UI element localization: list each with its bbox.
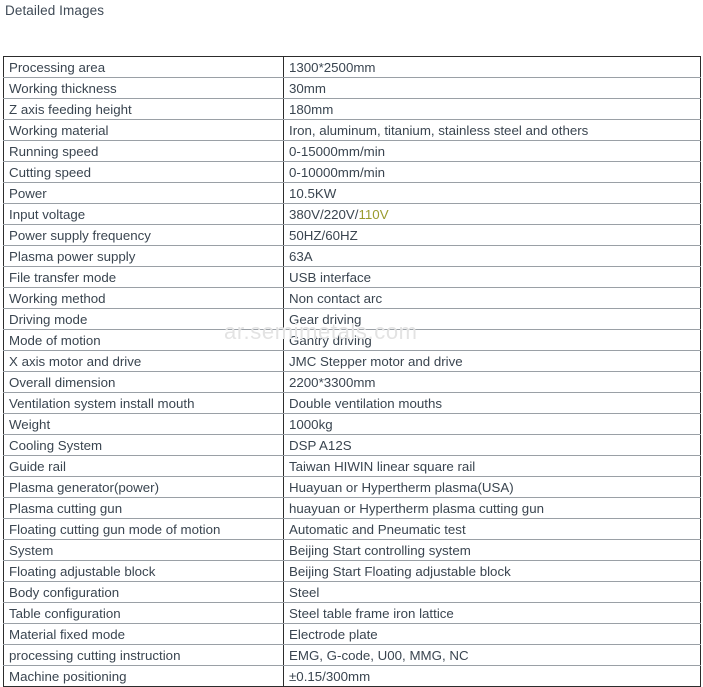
table-row: Ventilation system install mouth Double v… bbox=[3, 392, 701, 414]
spec-label-cell: Cutting speed bbox=[3, 161, 284, 183]
spec-label-cell: Body configuration bbox=[3, 581, 284, 603]
spec-value-cell: 180mm bbox=[283, 98, 701, 120]
specifications-table: Processing area 1300*2500mm Working thickn… bbox=[3, 56, 701, 687]
table-row: Mode of motion Gantry driving bbox=[3, 329, 701, 351]
spec-label-cell: Overall dimension bbox=[3, 371, 284, 393]
table-row: Floating cutting gun mode of motion Autom… bbox=[3, 518, 701, 540]
spec-label-cell: Plasma generator(power) bbox=[3, 476, 284, 498]
spec-value-cell: Gantry driving bbox=[283, 329, 701, 351]
page-root: Detailed Images ar.semimetals.com Proces… bbox=[0, 0, 703, 687]
spec-value-cell: USB interface bbox=[283, 266, 701, 288]
table-row: File transfer mode USB interface bbox=[3, 266, 701, 288]
spec-label-cell: Material fixed mode bbox=[3, 623, 284, 645]
table-row: Processing area 1300*2500mm bbox=[3, 56, 701, 78]
table-row: System Beijing Start controlling system bbox=[3, 539, 701, 561]
spec-value-cell: Non contact arc bbox=[283, 287, 701, 309]
spec-value-cell: 10.5KW bbox=[283, 182, 701, 204]
specifications-table-body: Processing area 1300*2500mm Working thickn… bbox=[3, 56, 701, 687]
spec-label-cell: Processing area bbox=[3, 56, 284, 78]
table-row: Power supply frequency 50HZ/60HZ bbox=[3, 224, 701, 246]
table-row: Driving mode Gear driving bbox=[3, 308, 701, 330]
spec-label-cell: processing cutting instruction bbox=[3, 644, 284, 666]
table-row: Plasma power supply 63A bbox=[3, 245, 701, 267]
spec-label-cell: X axis motor and drive bbox=[3, 350, 284, 372]
spec-value-cell: Beijing Start Floating adjustable block bbox=[283, 560, 701, 582]
table-row: Table configuration Steel table frame iro… bbox=[3, 602, 701, 624]
spec-value-cell: Steel table frame iron lattice bbox=[283, 602, 701, 624]
spec-label-cell: Plasma cutting gun bbox=[3, 497, 284, 519]
table-row: Material fixed mode Electrode plate bbox=[3, 623, 701, 645]
spec-label-cell: Table configuration bbox=[3, 602, 284, 624]
table-row: Input voltage 380V/220V/110V bbox=[3, 203, 701, 225]
table-row: Working method Non contact arc bbox=[3, 287, 701, 309]
spec-value-highlight: 110V bbox=[358, 206, 389, 222]
page-title: Detailed Images bbox=[5, 3, 105, 18]
spec-label-cell: Cooling System bbox=[3, 434, 284, 456]
spec-value-cell: 63A bbox=[283, 245, 701, 267]
spec-label-cell: Input voltage bbox=[3, 203, 284, 225]
table-row: Floating adjustable block Beijing Start F… bbox=[3, 560, 701, 582]
spec-label-cell: Floating adjustable block bbox=[3, 560, 284, 582]
table-row: Plasma cutting gun huayuan or Hypertherm … bbox=[3, 497, 701, 519]
table-row: Running speed 0-15000mm/min bbox=[3, 140, 701, 162]
table-row: Cutting speed 0-10000mm/min bbox=[3, 161, 701, 183]
spec-value-cell: huayuan or Hypertherm plasma cutting gun bbox=[283, 497, 701, 519]
spec-value-text: 380V/220V/ bbox=[289, 206, 359, 222]
spec-value-cell: Steel bbox=[283, 581, 701, 603]
spec-value-cell: 30mm bbox=[283, 77, 701, 99]
spec-value-cell: 0-10000mm/min bbox=[283, 161, 701, 183]
spec-value-cell: ±0.15/300mm bbox=[283, 665, 701, 687]
spec-value-cell: 1300*2500mm bbox=[283, 56, 701, 78]
spec-value-cell: 0-15000mm/min bbox=[283, 140, 701, 162]
specifications-table-container: Processing area 1300*2500mm Working thickn… bbox=[3, 56, 701, 687]
spec-label-cell: Ventilation system install mouth bbox=[3, 392, 284, 414]
spec-label-cell: Working material bbox=[3, 119, 284, 141]
table-row: Plasma generator(power) Huayuan or Hypert… bbox=[3, 476, 701, 498]
spec-value-cell: Automatic and Pneumatic test bbox=[283, 518, 701, 540]
spec-value-cell: 380V/220V/110V bbox=[283, 203, 701, 225]
spec-value-cell: Taiwan HIWIN linear square rail bbox=[283, 455, 701, 477]
spec-value-cell: DSP A12S bbox=[283, 434, 701, 456]
spec-label-cell: Mode of motion bbox=[3, 329, 284, 351]
spec-value-cell: JMC Stepper motor and drive bbox=[283, 350, 701, 372]
spec-label-cell: Power bbox=[3, 182, 284, 204]
spec-value-cell: 2200*3300mm bbox=[283, 371, 701, 393]
table-row: Working material Iron, aluminum, titanium… bbox=[3, 119, 701, 141]
spec-value-cell: Beijing Start controlling system bbox=[283, 539, 701, 561]
spec-value-cell: Double ventilation mouths bbox=[283, 392, 701, 414]
spec-label-cell: Machine positioning bbox=[3, 665, 284, 687]
spec-label-cell: Plasma power supply bbox=[3, 245, 284, 267]
spec-label-cell: File transfer mode bbox=[3, 266, 284, 288]
spec-label-cell: Power supply frequency bbox=[3, 224, 284, 246]
table-row: Z axis feeding height 180mm bbox=[3, 98, 701, 120]
spec-value-cell: 1000kg bbox=[283, 413, 701, 435]
spec-label-cell: Working method bbox=[3, 287, 284, 309]
table-row: Cooling System DSP A12S bbox=[3, 434, 701, 456]
spec-label-cell: System bbox=[3, 539, 284, 561]
spec-value-cell: Electrode plate bbox=[283, 623, 701, 645]
spec-value-cell: 50HZ/60HZ bbox=[283, 224, 701, 246]
spec-label-cell: Running speed bbox=[3, 140, 284, 162]
spec-label-cell: Floating cutting gun mode of motion bbox=[3, 518, 284, 540]
spec-label-cell: Z axis feeding height bbox=[3, 98, 284, 120]
table-row: Working thickness 30mm bbox=[3, 77, 701, 99]
spec-value-cell: Iron, aluminum, titanium, stainless stee… bbox=[283, 119, 701, 141]
spec-label-cell: Driving mode bbox=[3, 308, 284, 330]
table-row: Body configuration Steel bbox=[3, 581, 701, 603]
table-row: Machine positioning ±0.15/300mm bbox=[3, 665, 701, 687]
spec-label-cell: Guide rail bbox=[3, 455, 284, 477]
table-row: Guide rail Taiwan HIWIN linear square rai… bbox=[3, 455, 701, 477]
table-row: Overall dimension 2200*3300mm bbox=[3, 371, 701, 393]
table-row: Power 10.5KW bbox=[3, 182, 701, 204]
spec-value-cell: EMG, G-code, U00, MMG, NC bbox=[283, 644, 701, 666]
table-row: processing cutting instruction EMG, G-cod… bbox=[3, 644, 701, 666]
spec-value-cell: Gear driving bbox=[283, 308, 701, 330]
spec-value-cell: Huayuan or Hypertherm plasma(USA) bbox=[283, 476, 701, 498]
table-row: Weight 1000kg bbox=[3, 413, 701, 435]
spec-label-cell: Working thickness bbox=[3, 77, 284, 99]
spec-label-cell: Weight bbox=[3, 413, 284, 435]
table-row: X axis motor and drive JMC Stepper motor … bbox=[3, 350, 701, 372]
